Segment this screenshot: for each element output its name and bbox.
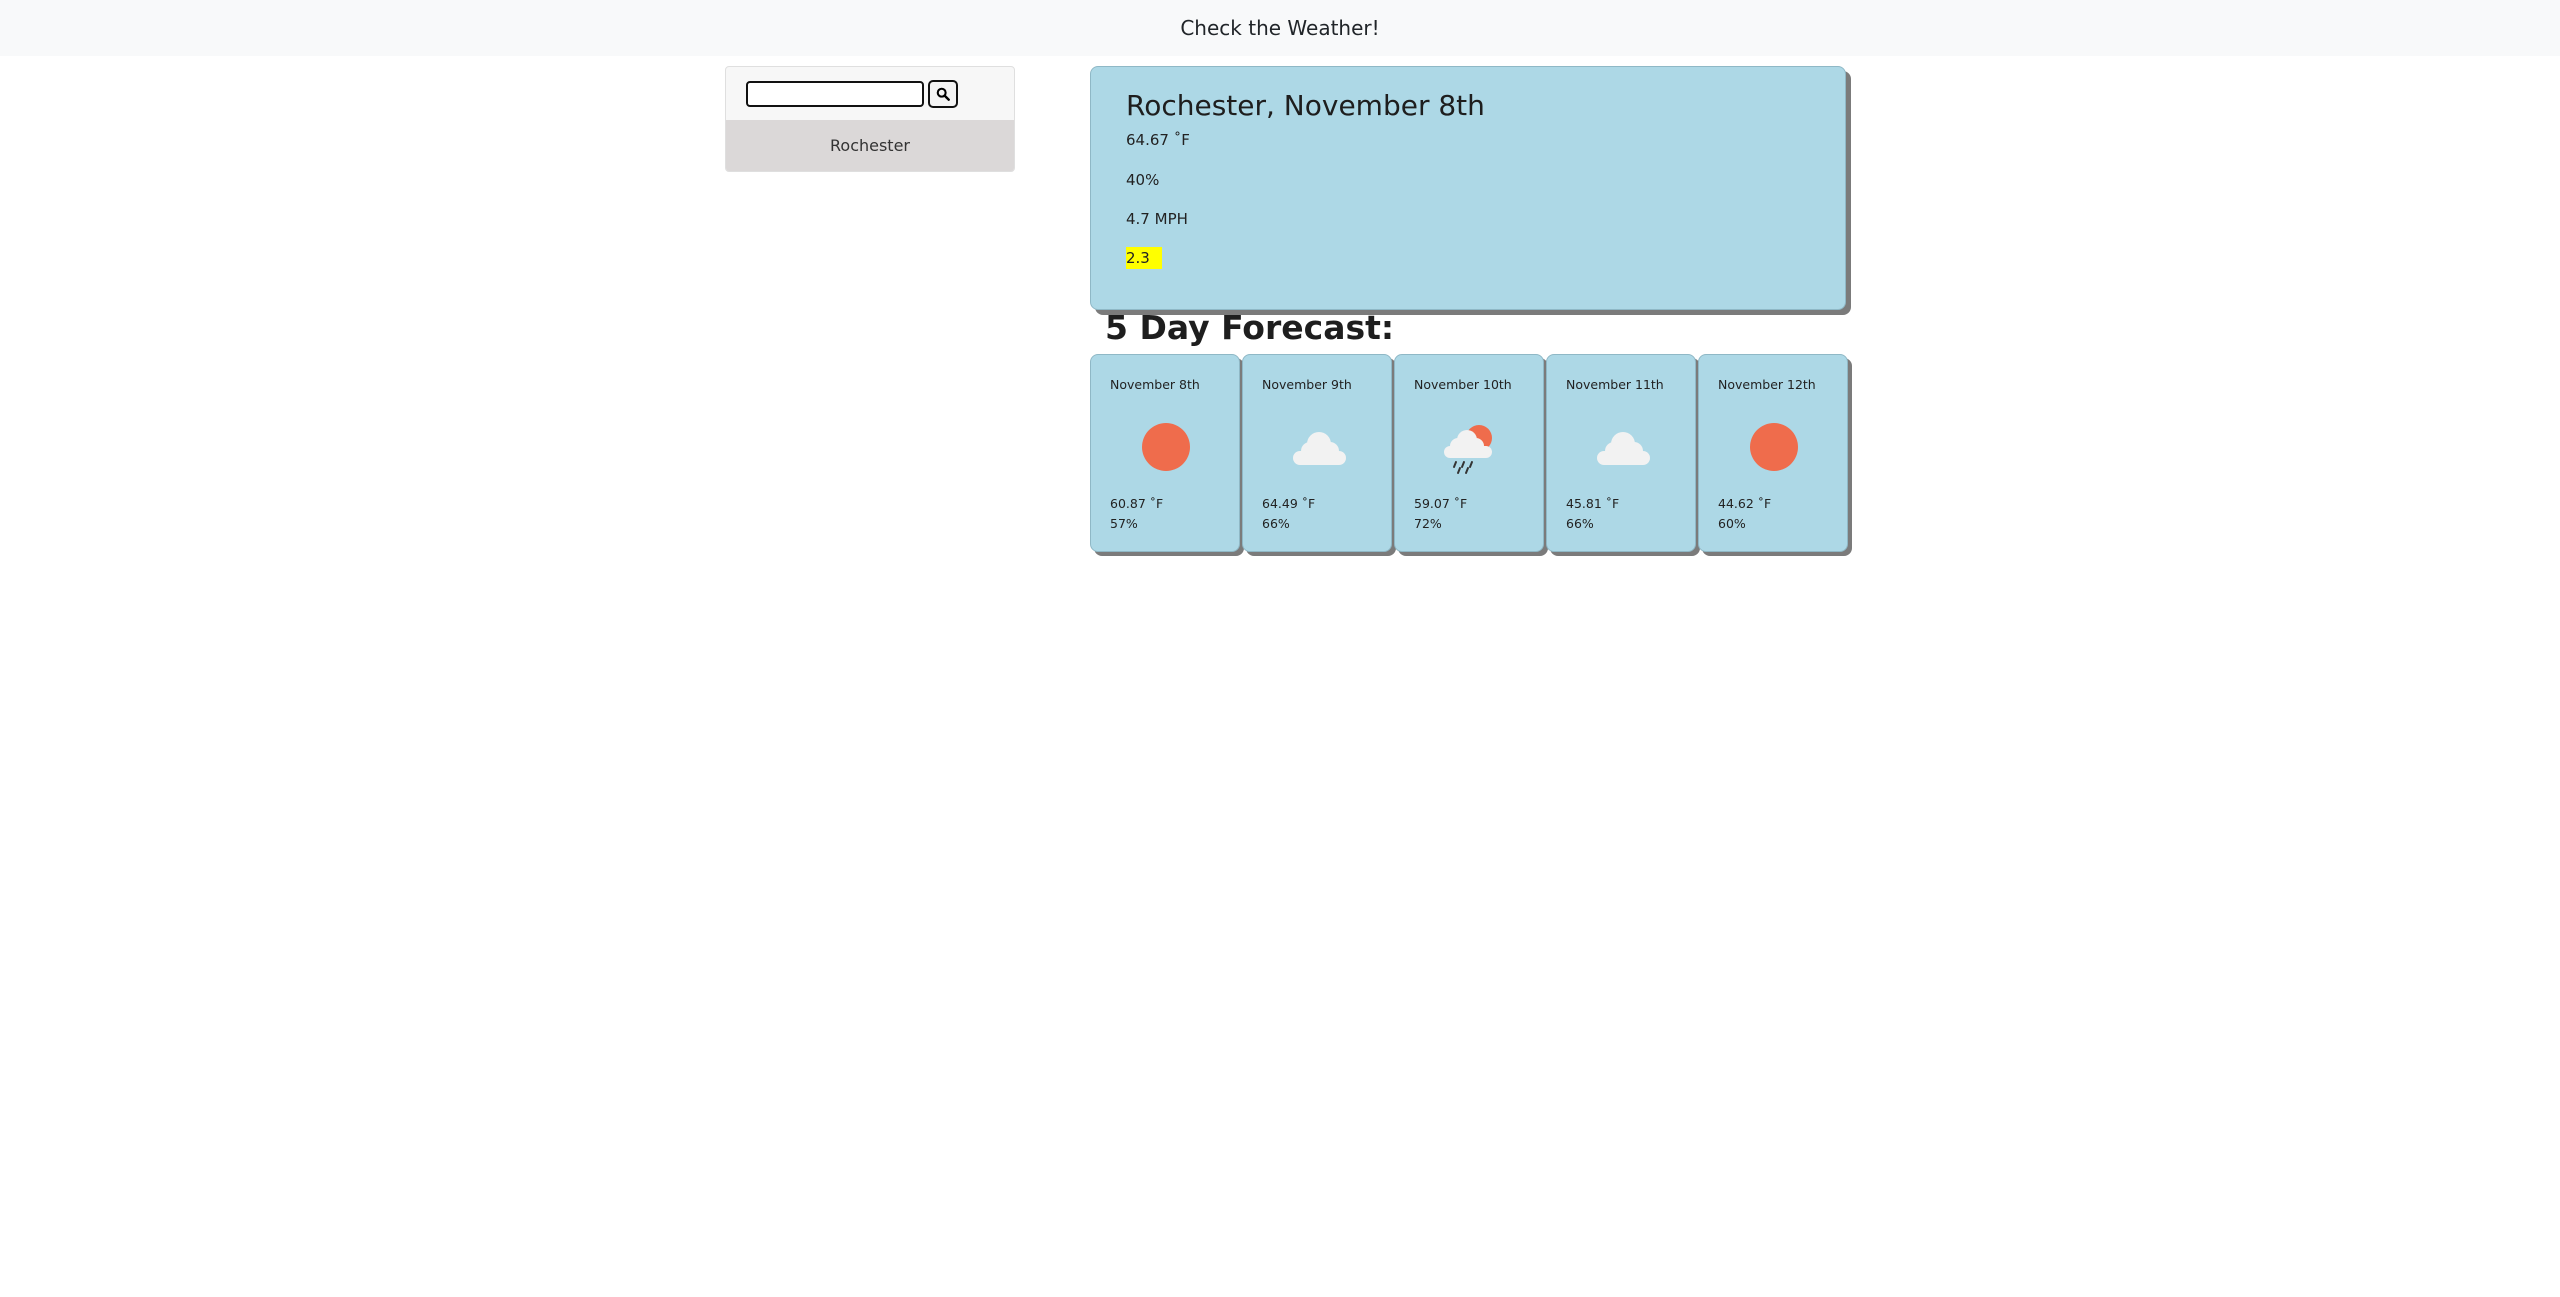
forecast-temperature: 64.49 ˚F: [1262, 496, 1316, 511]
sun-icon: [1136, 417, 1196, 477]
current-wind: 4.7 MPH: [1126, 210, 1188, 228]
city-search-input[interactable]: [746, 80, 924, 107]
history-item-rochester[interactable]: Rochester: [726, 120, 1014, 171]
search-form: [726, 67, 1014, 120]
current-uv-index: 2.3: [1126, 247, 1162, 269]
forecast-humidity: 57%: [1110, 516, 1138, 531]
current-humidity: 40%: [1126, 171, 1160, 189]
current-weather-card: Rochester, November 8th 64.67 ˚F 40% 4.7…: [1090, 66, 1846, 310]
forecast-date: November 9th: [1262, 377, 1352, 392]
forecast-humidity: 66%: [1566, 516, 1594, 531]
forecast-card: November 9th 64.49 ˚F 66%: [1242, 354, 1392, 552]
forecast-card: November 10th 59.07 ˚F 72%: [1394, 354, 1544, 552]
forecast-temperature: 45.81 ˚F: [1566, 496, 1620, 511]
search-button[interactable]: [928, 79, 958, 108]
forecast-card: November 8th 60.87 ˚F 57%: [1090, 354, 1240, 552]
uv-index-badge: 2.3: [1126, 247, 1162, 269]
sun-icon: [1744, 417, 1804, 477]
forecast-humidity: 72%: [1414, 516, 1442, 531]
forecast-date: November 8th: [1110, 377, 1200, 392]
page-title: Check the Weather!: [1180, 16, 1380, 40]
forecast-heading: 5 Day Forecast:: [1105, 308, 1395, 347]
search-sidebar: Rochester: [725, 66, 1015, 172]
cloud-icon: [1592, 417, 1652, 477]
current-temperature: 64.67 ˚F: [1126, 131, 1190, 149]
rain-sun-icon: [1440, 417, 1500, 477]
forecast-humidity: 66%: [1262, 516, 1290, 531]
forecast-card: November 12th 44.62 ˚F 60%: [1698, 354, 1848, 552]
current-city-date: Rochester, November 8th: [1126, 89, 1485, 122]
forecast-date: November 11th: [1566, 377, 1664, 392]
top-navbar: Check the Weather!: [0, 0, 2560, 56]
cloud-icon: [1288, 417, 1348, 477]
forecast-card: November 11th 45.81 ˚F 66%: [1546, 354, 1696, 552]
forecast-temperature: 59.07 ˚F: [1414, 496, 1468, 511]
forecast-date: November 12th: [1718, 377, 1816, 392]
forecast-date: November 10th: [1414, 377, 1512, 392]
forecast-temperature: 60.87 ˚F: [1110, 496, 1164, 511]
forecast-list: November 8th 60.87 ˚F 57% November 9th 6…: [1090, 354, 1848, 552]
search-icon: [936, 87, 950, 101]
forecast-temperature: 44.62 ˚F: [1718, 496, 1772, 511]
forecast-humidity: 60%: [1718, 516, 1746, 531]
